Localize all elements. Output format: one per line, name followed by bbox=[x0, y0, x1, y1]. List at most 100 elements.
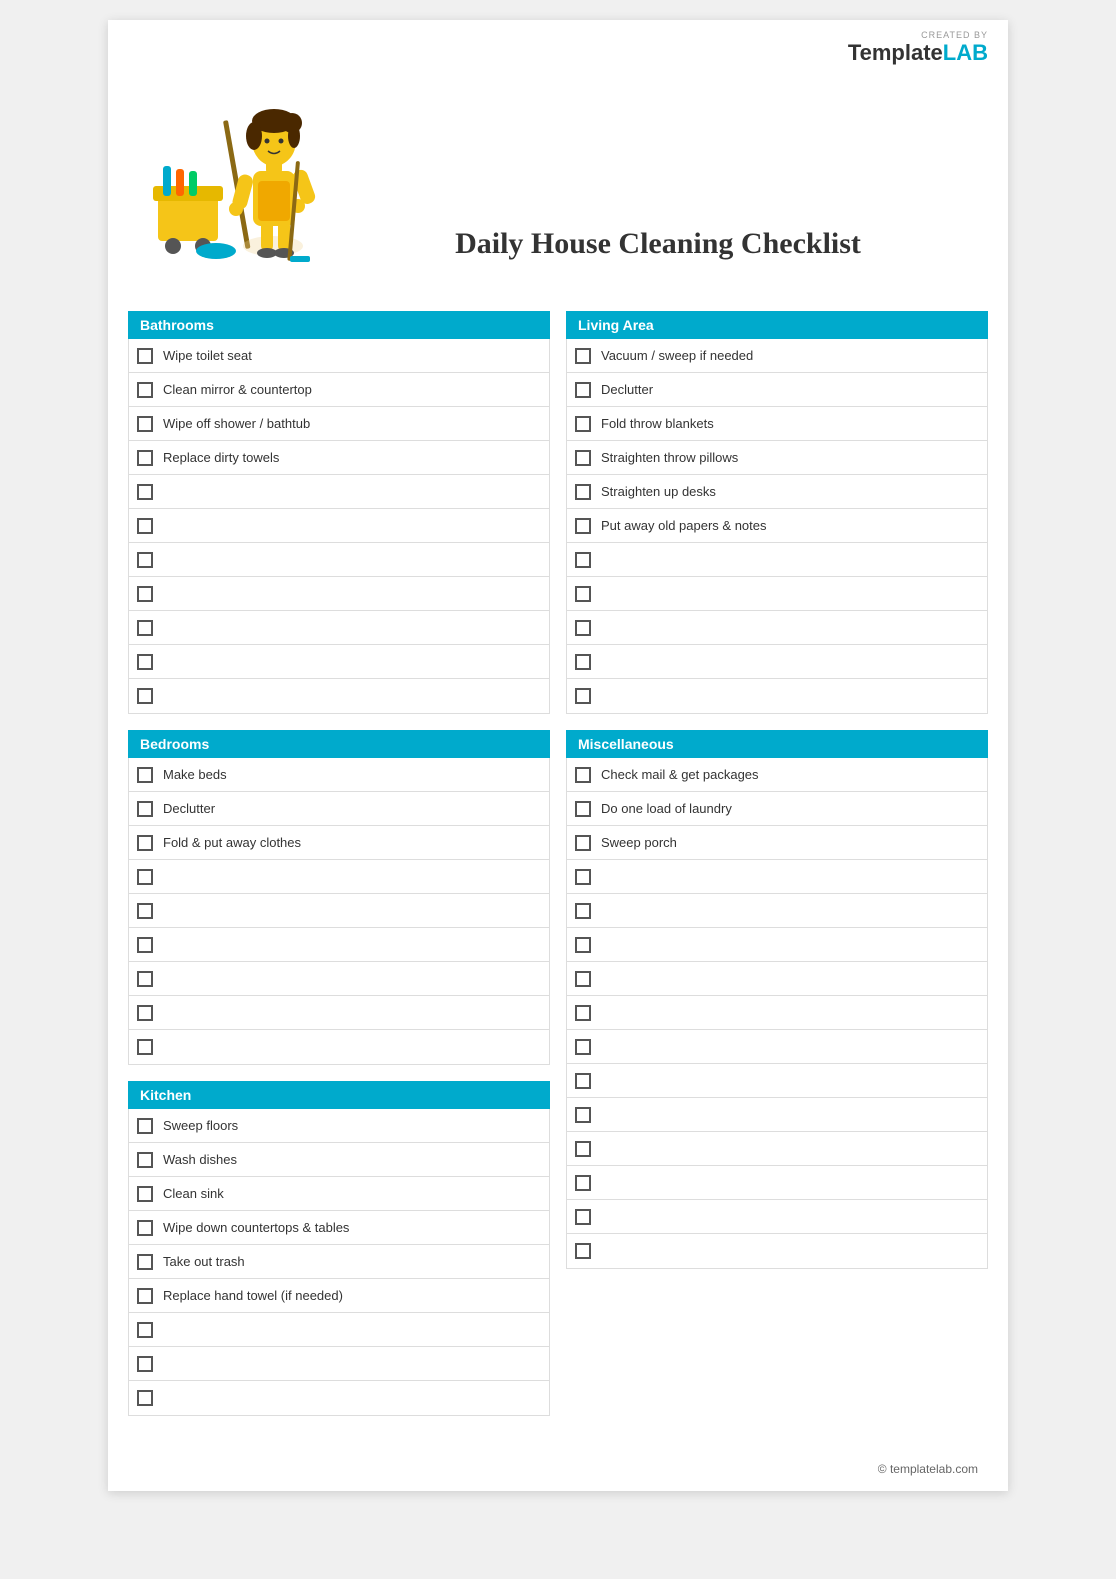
checklist-item bbox=[567, 928, 987, 962]
checkbox[interactable] bbox=[137, 1005, 153, 1021]
checkbox[interactable] bbox=[575, 1209, 591, 1225]
section-header-kitchen: Kitchen bbox=[128, 1081, 550, 1109]
checkbox[interactable] bbox=[575, 416, 591, 432]
section-kitchen: Kitchen Sweep floors Wash dishes Clean sink… bbox=[128, 1081, 550, 1416]
section-bedrooms: BedroomsMake bedsDeclutterFold & put awa… bbox=[128, 730, 550, 1065]
checkbox[interactable] bbox=[137, 937, 153, 953]
section-header-living-area: Living Area bbox=[566, 311, 988, 339]
footer-text: © templatelab.com bbox=[878, 1462, 978, 1476]
checkbox[interactable] bbox=[137, 450, 153, 466]
checkbox[interactable] bbox=[575, 382, 591, 398]
checkbox[interactable] bbox=[137, 382, 153, 398]
item-text: Straighten up desks bbox=[601, 484, 716, 499]
checkbox[interactable] bbox=[137, 971, 153, 987]
checkbox[interactable] bbox=[575, 835, 591, 851]
section-bathrooms: BathroomsWipe toilet seatClean mirror & … bbox=[128, 311, 550, 714]
checkbox[interactable] bbox=[137, 1220, 153, 1236]
checkbox[interactable] bbox=[575, 586, 591, 602]
checklist-item bbox=[567, 679, 987, 713]
checkbox[interactable] bbox=[575, 654, 591, 670]
checkbox[interactable] bbox=[137, 518, 153, 534]
checkbox[interactable] bbox=[575, 1073, 591, 1089]
checkbox[interactable] bbox=[137, 552, 153, 568]
logo-part1: Template bbox=[848, 40, 943, 65]
checkbox[interactable] bbox=[575, 767, 591, 783]
logo-area: CREATED BY TemplateLAB bbox=[848, 30, 988, 66]
checkbox[interactable] bbox=[137, 1186, 153, 1202]
checkbox[interactable] bbox=[575, 1141, 591, 1157]
checklist-item bbox=[567, 894, 987, 928]
checkbox[interactable] bbox=[137, 620, 153, 636]
checkbox[interactable] bbox=[137, 1390, 153, 1406]
checkbox[interactable] bbox=[137, 767, 153, 783]
checklist-item: Straighten throw pillows bbox=[567, 441, 987, 475]
section-header-bathrooms: Bathrooms bbox=[128, 311, 550, 339]
checklist-item bbox=[129, 928, 549, 962]
logo: TemplateLAB bbox=[848, 40, 988, 66]
checkbox[interactable] bbox=[137, 348, 153, 364]
checkbox[interactable] bbox=[575, 484, 591, 500]
checkbox[interactable] bbox=[575, 869, 591, 885]
checkbox[interactable] bbox=[137, 1288, 153, 1304]
checklist-item bbox=[567, 1132, 987, 1166]
main-title: Daily House Cleaning Checklist bbox=[348, 227, 968, 261]
checklist-item: Replace hand towel (if needed) bbox=[129, 1279, 549, 1313]
checklist-item bbox=[567, 543, 987, 577]
checkbox[interactable] bbox=[137, 869, 153, 885]
checklist-item: Fold & put away clothes bbox=[129, 826, 549, 860]
item-text: Vacuum / sweep if needed bbox=[601, 348, 753, 363]
checklist-item bbox=[129, 1381, 549, 1415]
checklist-item: Do one load of laundry bbox=[567, 792, 987, 826]
checklist-item: Fold throw blankets bbox=[567, 407, 987, 441]
checklist-item: Wipe off shower / bathtub bbox=[129, 407, 549, 441]
checklist-item: Declutter bbox=[567, 373, 987, 407]
checkbox[interactable] bbox=[137, 1356, 153, 1372]
checkbox[interactable] bbox=[137, 688, 153, 704]
checklist-item bbox=[567, 1166, 987, 1200]
item-text: Sweep floors bbox=[163, 1118, 238, 1133]
header-section: Daily House Cleaning Checklist bbox=[108, 71, 1008, 301]
checkbox[interactable] bbox=[575, 1107, 591, 1123]
checkbox[interactable] bbox=[575, 552, 591, 568]
checkbox[interactable] bbox=[575, 903, 591, 919]
checkbox[interactable] bbox=[137, 1254, 153, 1270]
checkbox[interactable] bbox=[137, 1039, 153, 1055]
item-text: Clean sink bbox=[163, 1186, 224, 1201]
item-text: Do one load of laundry bbox=[601, 801, 732, 816]
checkbox[interactable] bbox=[575, 620, 591, 636]
checklist-item bbox=[129, 1030, 549, 1064]
checkbox[interactable] bbox=[137, 586, 153, 602]
checkbox[interactable] bbox=[137, 484, 153, 500]
section-header-miscellaneous: Miscellaneous bbox=[566, 730, 988, 758]
checkbox[interactable] bbox=[137, 416, 153, 432]
checkbox[interactable] bbox=[575, 348, 591, 364]
item-text: Fold throw blankets bbox=[601, 416, 714, 431]
checkbox[interactable] bbox=[575, 688, 591, 704]
checkbox[interactable] bbox=[137, 1152, 153, 1168]
checkbox[interactable] bbox=[137, 654, 153, 670]
checkbox[interactable] bbox=[137, 801, 153, 817]
checkbox[interactable] bbox=[575, 937, 591, 953]
checklist-item: Sweep porch bbox=[567, 826, 987, 860]
checklist-item bbox=[567, 577, 987, 611]
item-text: Straighten throw pillows bbox=[601, 450, 738, 465]
checkbox[interactable] bbox=[575, 1243, 591, 1259]
checkbox[interactable] bbox=[575, 801, 591, 817]
item-text: Wipe down countertops & tables bbox=[163, 1220, 349, 1235]
checkbox[interactable] bbox=[575, 1175, 591, 1191]
checkbox[interactable] bbox=[575, 1005, 591, 1021]
checkbox[interactable] bbox=[575, 1039, 591, 1055]
checkbox[interactable] bbox=[575, 450, 591, 466]
checkbox[interactable] bbox=[137, 1322, 153, 1338]
right-column: Living Area Vacuum / sweep if needed Declu… bbox=[566, 311, 988, 1432]
checkbox[interactable] bbox=[137, 835, 153, 851]
checkbox[interactable] bbox=[575, 971, 591, 987]
checkbox[interactable] bbox=[137, 1118, 153, 1134]
checklist-item: Make beds bbox=[129, 758, 549, 792]
section-header-bedrooms: Bedrooms bbox=[128, 730, 550, 758]
checkbox[interactable] bbox=[137, 903, 153, 919]
item-text: Wash dishes bbox=[163, 1152, 237, 1167]
checkbox[interactable] bbox=[575, 518, 591, 534]
checklist-item bbox=[129, 509, 549, 543]
item-text: Replace dirty towels bbox=[163, 450, 279, 465]
